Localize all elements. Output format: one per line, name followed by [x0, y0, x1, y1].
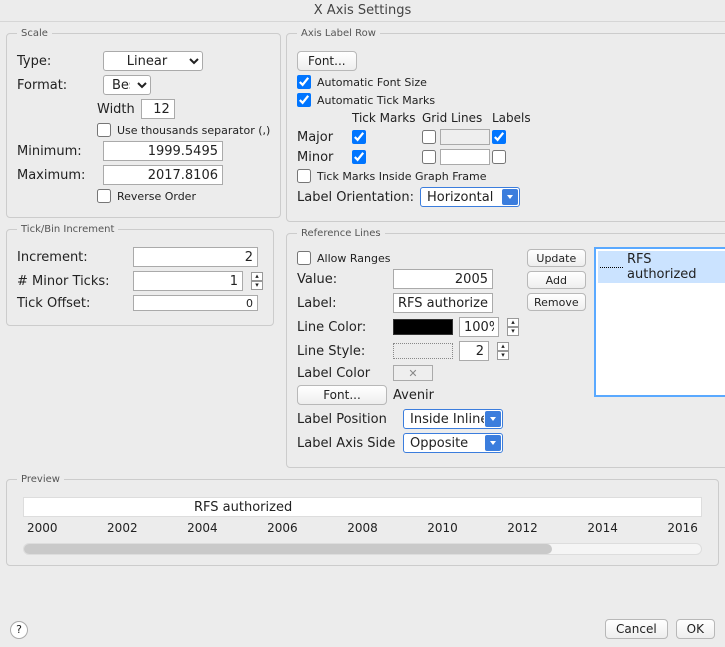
- linecolor-swatch[interactable]: [393, 319, 453, 335]
- auto-tick-label: Automatic Tick Marks: [317, 94, 435, 107]
- preview-canvas: RFS authorized: [23, 497, 702, 517]
- opacity-stepper[interactable]: ▴▾: [507, 318, 519, 336]
- minor-labels-checkbox[interactable]: [492, 150, 506, 164]
- list-item-label: RFS authorized: [627, 252, 723, 282]
- minor-stepper[interactable]: ▴▾: [251, 272, 263, 290]
- major-grid-swatch[interactable]: [440, 129, 490, 145]
- hd-tick: Tick Marks: [352, 111, 422, 125]
- min-input[interactable]: [103, 141, 223, 161]
- preview-axis: 2000 2002 2004 2006 2008 2010 2012 2014 …: [27, 521, 698, 535]
- thousands-label: Use thousands separator (,): [117, 124, 270, 137]
- value-label: Value:: [297, 272, 387, 287]
- dotted-line-icon: [600, 267, 623, 268]
- axisrow-group: Axis Label Row Font... Automatic Font Si…: [286, 28, 725, 222]
- labelside-label: Label Axis Side: [297, 436, 397, 451]
- minor-grid-swatch[interactable]: [440, 149, 490, 165]
- remove-button[interactable]: Remove: [527, 293, 586, 311]
- scale-group: Scale Type: Linear Format: Best Width Us…: [6, 28, 281, 218]
- min-label: Minimum:: [17, 144, 97, 159]
- axisrow-legend: Axis Label Row: [297, 28, 380, 39]
- inside-checkbox[interactable]: [297, 169, 311, 183]
- linestyle-label: Line Style:: [297, 344, 387, 359]
- major-label: Major: [297, 130, 352, 145]
- preview-group: Preview RFS authorized 2000 2002 2004 20…: [6, 474, 719, 566]
- ref-font-button[interactable]: Font...: [297, 385, 387, 405]
- ref-group: Reference Lines Allow Ranges Value: Labe…: [286, 228, 725, 468]
- hd-labels: Labels: [492, 111, 542, 125]
- linestyle-stepper[interactable]: ▴▾: [497, 342, 509, 360]
- format-select[interactable]: Best: [103, 75, 151, 95]
- width-label: Width: [97, 102, 135, 117]
- help-button[interactable]: ?: [10, 621, 28, 639]
- major-grid-checkbox[interactable]: [422, 130, 436, 144]
- allow-ranges-label: Allow Ranges: [317, 252, 390, 265]
- ok-button[interactable]: OK: [676, 619, 715, 639]
- reverse-checkbox[interactable]: [97, 189, 111, 203]
- labelpos-label: Label Position: [297, 412, 397, 427]
- label-input[interactable]: [393, 293, 493, 313]
- preview-legend: Preview: [17, 474, 64, 485]
- orientation-select[interactable]: Horizontal: [420, 187, 520, 207]
- increment-input[interactable]: [133, 247, 258, 267]
- labelside-select[interactable]: Opposite: [403, 433, 503, 453]
- ref-list[interactable]: RFS authorized: [594, 247, 725, 397]
- preview-scrollbar[interactable]: [23, 543, 702, 555]
- scrollbar-thumb[interactable]: [24, 544, 552, 554]
- ref-legend: Reference Lines: [297, 228, 385, 239]
- labelcolor-label: Label Color: [297, 366, 387, 381]
- scale-legend: Scale: [17, 28, 52, 39]
- offset-input[interactable]: [133, 295, 258, 311]
- auto-tick-checkbox[interactable]: [297, 93, 311, 107]
- axis-font-button[interactable]: Font...: [297, 51, 357, 71]
- auto-font-checkbox[interactable]: [297, 75, 311, 89]
- add-button[interactable]: Add: [527, 271, 586, 289]
- thousands-checkbox[interactable]: [97, 123, 111, 137]
- window-title: X Axis Settings: [0, 0, 725, 22]
- inside-label: Tick Marks Inside Graph Frame: [317, 170, 486, 183]
- minor-label: # Minor Ticks:: [17, 274, 127, 289]
- cancel-button[interactable]: Cancel: [605, 619, 668, 639]
- preview-label: RFS authorized: [194, 500, 292, 515]
- type-label: Type:: [17, 54, 97, 69]
- value-input[interactable]: [393, 269, 493, 289]
- increment-label: Increment:: [17, 250, 127, 265]
- label-label: Label:: [297, 296, 387, 311]
- update-button[interactable]: Update: [527, 249, 586, 267]
- minor-grid-checkbox[interactable]: [422, 150, 436, 164]
- linecolor-label: Line Color:: [297, 320, 387, 335]
- reverse-label: Reverse Order: [117, 190, 196, 203]
- major-labels-checkbox[interactable]: [492, 130, 506, 144]
- width-input[interactable]: [141, 99, 175, 119]
- allow-ranges-checkbox[interactable]: [297, 251, 311, 265]
- max-input[interactable]: [103, 165, 223, 185]
- minor-input[interactable]: [133, 271, 243, 291]
- linestyle-swatch[interactable]: [393, 343, 453, 359]
- list-item[interactable]: RFS authorized: [598, 251, 725, 283]
- format-label: Format:: [17, 78, 97, 93]
- orientation-label: Label Orientation:: [297, 190, 414, 205]
- linestyle-input[interactable]: [459, 341, 489, 361]
- max-label: Maximum:: [17, 168, 97, 183]
- tick-legend: Tick/Bin Increment: [17, 224, 118, 235]
- labelpos-select[interactable]: Inside Inline: [403, 409, 503, 429]
- minor-label: Minor: [297, 150, 352, 165]
- opacity-input[interactable]: [459, 317, 499, 337]
- hd-grid: Grid Lines: [422, 111, 492, 125]
- font-name: Avenir: [393, 388, 434, 403]
- auto-font-label: Automatic Font Size: [317, 76, 427, 89]
- tick-group: Tick/Bin Increment Increment: # Minor Ti…: [6, 224, 274, 326]
- type-select[interactable]: Linear: [103, 51, 203, 71]
- labelcolor-swatch[interactable]: ✕: [393, 365, 433, 381]
- major-tick-checkbox[interactable]: [352, 130, 366, 144]
- minor-tick-checkbox[interactable]: [352, 150, 366, 164]
- offset-label: Tick Offset:: [17, 296, 127, 311]
